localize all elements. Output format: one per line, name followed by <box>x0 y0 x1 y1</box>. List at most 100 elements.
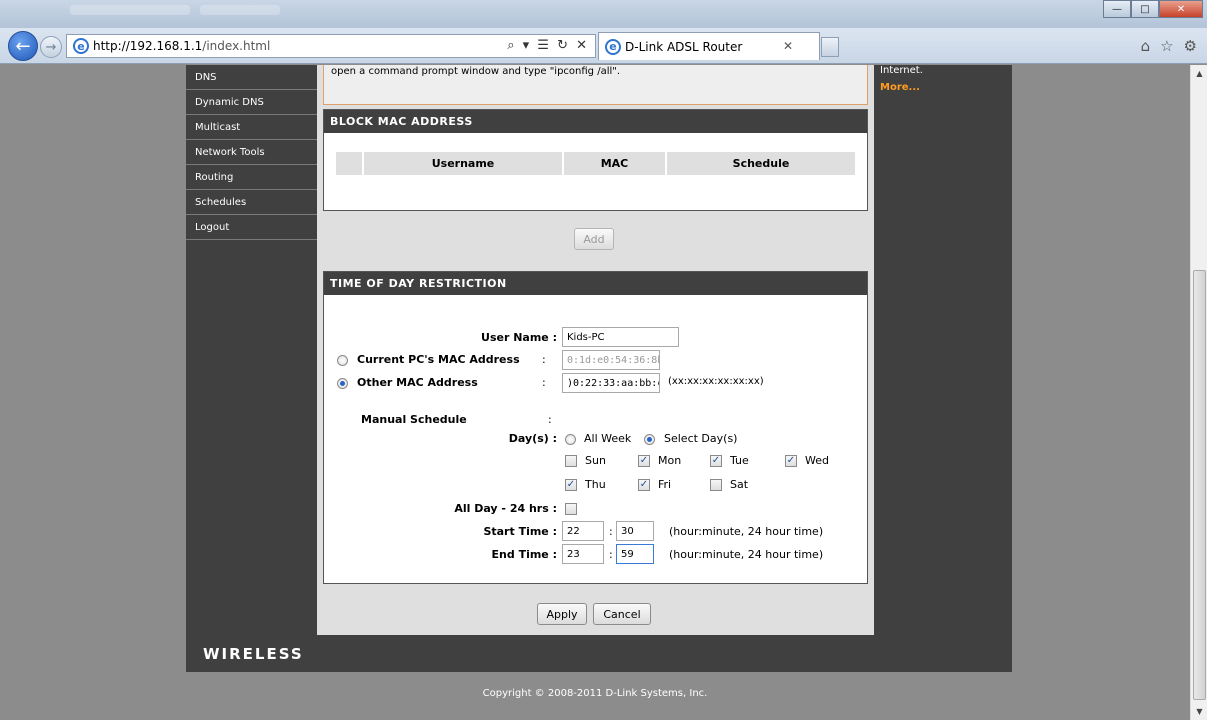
tab-favicon-icon: e <box>605 38 621 55</box>
help-sidebar: Internet. More... <box>874 65 1012 645</box>
sidebar-item-routing[interactable]: Routing <box>186 165 317 190</box>
day-checkbox-sun[interactable] <box>565 455 577 467</box>
day-label: Sun <box>585 454 606 467</box>
all-week-radio[interactable] <box>565 434 576 445</box>
day-label: Mon <box>658 454 682 467</box>
day-checkbox-thu[interactable]: ✓ <box>565 479 577 491</box>
current-mac-label: Current PC's MAC Address <box>357 353 520 366</box>
col-username: Username <box>364 152 564 175</box>
titlebar-decoration <box>200 5 280 15</box>
col-mac: MAC <box>564 152 667 175</box>
end-hour-input[interactable]: 23 <box>562 544 604 564</box>
all-week-label: All Week <box>584 432 632 445</box>
day-label: Thu <box>585 478 606 491</box>
day-label: Sat <box>730 478 749 491</box>
maximize-button[interactable]: □ <box>1131 0 1159 18</box>
sidebar-item-dns[interactable]: DNS <box>186 65 317 90</box>
window-controls: — □ ✕ <box>1103 0 1203 18</box>
tab-close-icon[interactable]: ✕ <box>783 39 793 53</box>
start-minute-input[interactable]: 30 <box>616 521 654 541</box>
url-path: /index.html <box>202 39 271 53</box>
time-of-day-section: TIME OF DAY RESTRICTION User Name : Kids… <box>323 271 868 584</box>
scroll-down-arrow-icon[interactable]: ▼ <box>1191 703 1207 720</box>
start-time-label: Start Time : <box>483 525 557 538</box>
info-text: open a command prompt window and type "i… <box>331 66 621 77</box>
col-schedule: Schedule <box>732 157 790 170</box>
start-hour-input[interactable]: 22 <box>562 521 604 541</box>
day-checkbox-mon[interactable]: ✓ <box>638 455 650 467</box>
mac-table-header: Username MAC Schedule <box>336 152 855 175</box>
colon-separator: : <box>542 353 546 366</box>
day-checkbox-wed[interactable]: ✓ <box>785 455 797 467</box>
end-time-hint: (hour:minute, 24 hour time) <box>669 548 824 561</box>
wireless-logo: WIRELESS <box>203 645 304 663</box>
user-name-input[interactable]: Kids-PC <box>562 327 679 347</box>
apply-button[interactable]: Apply <box>537 603 587 625</box>
day-checkbox-tue[interactable]: ✓ <box>710 455 722 467</box>
sidebar-item-schedules[interactable]: Schedules <box>186 190 317 215</box>
scroll-up-arrow-icon[interactable]: ▲ <box>1191 65 1207 82</box>
user-name-label: User Name : <box>481 331 557 344</box>
browser-toolbar: ← → e http://192.168.1.1/index.html ⌕ ▾ … <box>0 28 1207 64</box>
forward-button[interactable]: → <box>40 36 62 58</box>
address-bar-tools[interactable]: ⌕ ▾ ☰ ↻ ✕ <box>507 38 589 53</box>
select-days-label: Select Day(s) <box>664 432 738 445</box>
colon-separator: : <box>548 413 552 426</box>
mac-format-hint: (xx:xx:xx:xx:xx:xx) <box>668 376 764 387</box>
colon-separator: : <box>542 376 546 389</box>
days-label: Day(s) : <box>508 432 557 445</box>
tab-title: D-Link ADSL Router <box>625 39 743 54</box>
cancel-button[interactable]: Cancel <box>593 603 651 625</box>
settings-gear-icon[interactable]: ⚙ <box>1184 37 1197 55</box>
home-icon[interactable]: ⌂ <box>1141 37 1151 55</box>
day-checkbox-fri[interactable]: ✓ <box>638 479 650 491</box>
all-day-label: All Day - 24 hrs : <box>454 502 557 515</box>
minimize-button[interactable]: — <box>1103 0 1131 18</box>
manual-schedule-label: Manual Schedule <box>361 413 467 426</box>
day-label: Wed <box>805 454 829 467</box>
window-titlebar: — □ ✕ <box>0 0 1207 28</box>
footer-bar: WIRELESS <box>186 635 1012 672</box>
browser-right-icons: ⌂ ☆ ⚙ <box>1141 37 1197 55</box>
copyright-text: Copyright © 2008-2011 D-Link Systems, In… <box>482 688 708 699</box>
col-select <box>336 152 364 175</box>
current-mac-input[interactable]: 0:1d:e0:54:36:8b <box>562 350 660 370</box>
add-button[interactable]: Add <box>574 228 614 250</box>
scrollbar-thumb[interactable] <box>1193 270 1206 700</box>
time-of-day-title: TIME OF DAY RESTRICTION <box>324 272 867 295</box>
current-mac-radio[interactable] <box>337 355 348 366</box>
vertical-scrollbar[interactable]: ▲ ▼ <box>1190 65 1207 720</box>
new-tab-button[interactable] <box>821 37 839 57</box>
start-time-hint: (hour:minute, 24 hour time) <box>669 525 824 538</box>
day-label: Tue <box>730 454 749 467</box>
address-bar[interactable]: e http://192.168.1.1/index.html ⌕ ▾ ☰ ↻ … <box>66 34 596 58</box>
sidebar-item-multicast[interactable]: Multicast <box>186 115 317 140</box>
favorites-star-icon[interactable]: ☆ <box>1160 37 1173 55</box>
router-page: DNS Dynamic DNS Multicast Network Tools … <box>0 65 1190 720</box>
back-arrow-icon: ← <box>15 35 31 57</box>
back-button[interactable]: ← <box>8 31 38 61</box>
other-mac-radio[interactable] <box>337 378 348 389</box>
close-window-button[interactable]: ✕ <box>1159 0 1203 18</box>
all-day-checkbox[interactable] <box>565 503 577 515</box>
url-host: http://192.168.1.1 <box>93 39 203 53</box>
browser-tab-active[interactable]: e D-Link ADSL Router ✕ <box>598 32 839 60</box>
time-colon: : <box>609 525 613 538</box>
block-mac-section: BLOCK MAC ADDRESS Username MAC Schedule <box>323 109 868 211</box>
time-colon: : <box>609 548 613 561</box>
sidebar-item-dynamic-dns[interactable]: Dynamic DNS <box>186 90 317 115</box>
forward-arrow-icon: → <box>45 39 57 55</box>
titlebar-decoration <box>70 5 190 15</box>
select-days-radio[interactable] <box>644 434 655 445</box>
main-content: open a command prompt window and type "i… <box>317 65 874 645</box>
sidebar-item-logout[interactable]: Logout <box>186 215 317 240</box>
more-link[interactable]: More... <box>880 82 1006 93</box>
day-label: Fri <box>658 478 672 491</box>
info-box: open a command prompt window and type "i… <box>323 65 868 105</box>
sidebar: DNS Dynamic DNS Multicast Network Tools … <box>186 65 317 645</box>
end-minute-input[interactable]: 59 <box>616 544 654 564</box>
other-mac-input[interactable]: )0:22:33:aa:bb:cc <box>562 373 660 393</box>
sidebar-item-network-tools[interactable]: Network Tools <box>186 140 317 165</box>
day-checkbox-sat[interactable] <box>710 479 722 491</box>
end-time-label: End Time : <box>491 548 557 561</box>
